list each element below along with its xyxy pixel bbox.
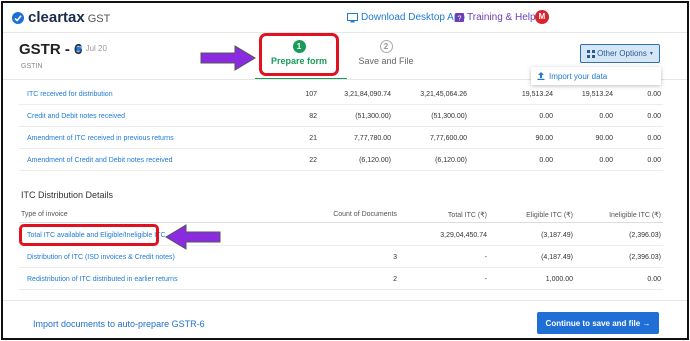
cell-value: 90.00 <box>595 135 613 142</box>
row-link[interactable]: Redistribution of ITC distributed in ear… <box>27 276 178 283</box>
table-header: Type of invoice Count of Documents Total… <box>19 208 663 223</box>
cell-value: 3,21,45,064.26 <box>420 91 467 98</box>
column-header: Total ITC (₹) <box>447 212 487 219</box>
cell-count: 107 <box>305 91 317 98</box>
cell-value: (51,300.00) <box>355 113 391 120</box>
row-link[interactable]: Amendment of ITC received in previous re… <box>27 135 174 142</box>
table-row: Amendment of Credit and Debit notes rece… <box>19 149 663 171</box>
cell-value: (4,187.49) <box>541 254 573 261</box>
monitor-icon <box>347 12 358 22</box>
cleartax-logo-icon <box>12 11 24 24</box>
chevron-down-icon: ▾ <box>649 51 653 57</box>
continue-to-save-button[interactable]: Continue to save and file → <box>537 312 659 334</box>
cell-value: 0.00 <box>647 276 661 283</box>
page-title: GSTR - 6 <box>19 41 83 58</box>
cell-value: 0.00 <box>647 135 661 142</box>
cell-value: (2,396.03) <box>629 232 661 239</box>
cell-value: 7,77,780.00 <box>354 135 391 142</box>
cell-value: 19,513.24 <box>581 91 613 98</box>
cell-value: 0.00 <box>599 113 613 120</box>
user-avatar[interactable]: M <box>535 10 549 24</box>
row-link[interactable]: Amendment of Credit and Debit notes rece… <box>27 157 173 164</box>
menu-item-import-data[interactable]: Import your data <box>549 72 607 81</box>
period-selector[interactable]: ▣ Jul 20 <box>75 44 107 53</box>
column-header: Ineligible ITC (₹) <box>609 212 661 219</box>
training-help-menu[interactable]: ? Training & Help ▾ <box>455 12 542 23</box>
row-link[interactable]: Credit and Debit notes received <box>27 113 125 120</box>
cell-count: 82 <box>309 113 317 120</box>
cleartax-logo[interactable]: cleartax GST <box>11 9 110 26</box>
cell-value: 3,21,84,090.74 <box>344 91 391 98</box>
column-header: Eligible ITC (₹) <box>526 212 573 219</box>
cell-value: 0.00 <box>539 113 553 120</box>
other-options-button[interactable]: Other Options ▾ <box>580 44 660 63</box>
annotation-arrow-left-icon <box>165 224 221 250</box>
column-header: Type of invoice <box>21 211 68 218</box>
period-label: Jul 20 <box>85 44 107 53</box>
table-row: Distribution of ITC (ISD invoices & Cred… <box>19 246 663 268</box>
section-title: ITC Distribution Details <box>21 190 114 200</box>
gstin-label: GSTIN <box>21 63 43 70</box>
cell-count: 21 <box>309 135 317 142</box>
cell-value: - <box>484 276 487 283</box>
cell-value: 7,77,600.00 <box>430 135 467 142</box>
cell-value: - <box>484 254 487 261</box>
row-link[interactable]: ITC received for distribution <box>27 91 113 98</box>
download-desktop-app-link[interactable]: Download Desktop App <box>347 12 465 23</box>
top-nav: cleartax GST Download Desktop App ? Trai… <box>3 3 687 33</box>
cell-value: (2,396.03) <box>629 254 661 261</box>
table-row: Credit and Debit notes received 82 (51,3… <box>19 105 663 127</box>
cell-value: 0.00 <box>539 157 553 164</box>
annotation-arrow-right-icon <box>200 45 256 71</box>
brand-name: cleartax <box>28 9 85 26</box>
cell-count: 3 <box>393 254 397 261</box>
annotation-highlight-box <box>259 33 339 76</box>
brand-suffix: GST <box>87 12 111 25</box>
cell-value: 19,513.24 <box>521 91 553 98</box>
svg-text:?: ? <box>458 15 462 22</box>
cell-value: 0.00 <box>599 157 613 164</box>
import-documents-link[interactable]: Import documents to auto-prepare GSTR-6 <box>33 319 205 329</box>
table-row: Amendment of ITC received in previous re… <box>19 127 663 149</box>
upload-icon <box>537 72 545 80</box>
cell-value: (51,300.00) <box>431 113 467 120</box>
download-label: Download Desktop App <box>361 12 465 23</box>
footer-divider <box>3 300 687 301</box>
step-number: 2 <box>379 40 393 53</box>
cell-value: 3,29,04,450.74 <box>440 232 487 239</box>
cell-value: 0.00 <box>647 91 661 98</box>
cell-value: (6,120.00) <box>435 157 467 164</box>
table-row: Redistribution of ITC distributed in ear… <box>19 268 663 290</box>
annotation-highlight-box <box>19 224 159 246</box>
cell-count: 2 <box>393 276 397 283</box>
question-icon: ? <box>455 13 464 22</box>
cell-value: 0.00 <box>647 157 661 164</box>
cell-count: 22 <box>309 157 317 164</box>
step-label: Save and File <box>358 56 414 66</box>
column-header: Count of Documents <box>333 211 397 218</box>
cell-value: (6,120.00) <box>359 157 391 164</box>
grid-icon <box>587 49 596 58</box>
row-link[interactable]: Distribution of ITC (ISD invoices & Cred… <box>27 254 175 261</box>
calendar-icon: ▣ <box>75 44 83 53</box>
cell-value: 90.00 <box>535 135 553 142</box>
other-options-label: Other Options <box>597 49 647 58</box>
app-frame: cleartax GST Download Desktop App ? Trai… <box>1 1 689 340</box>
cell-value: 1,000.00 <box>545 276 573 283</box>
cell-value: (3,187.49) <box>541 232 573 239</box>
training-label: Training & Help <box>467 12 536 23</box>
cell-value: 0.00 <box>647 113 661 120</box>
table-row: ITC received for distribution 107 3,21,8… <box>19 83 663 105</box>
step-save-and-file[interactable]: 2 Save and File <box>355 40 417 66</box>
